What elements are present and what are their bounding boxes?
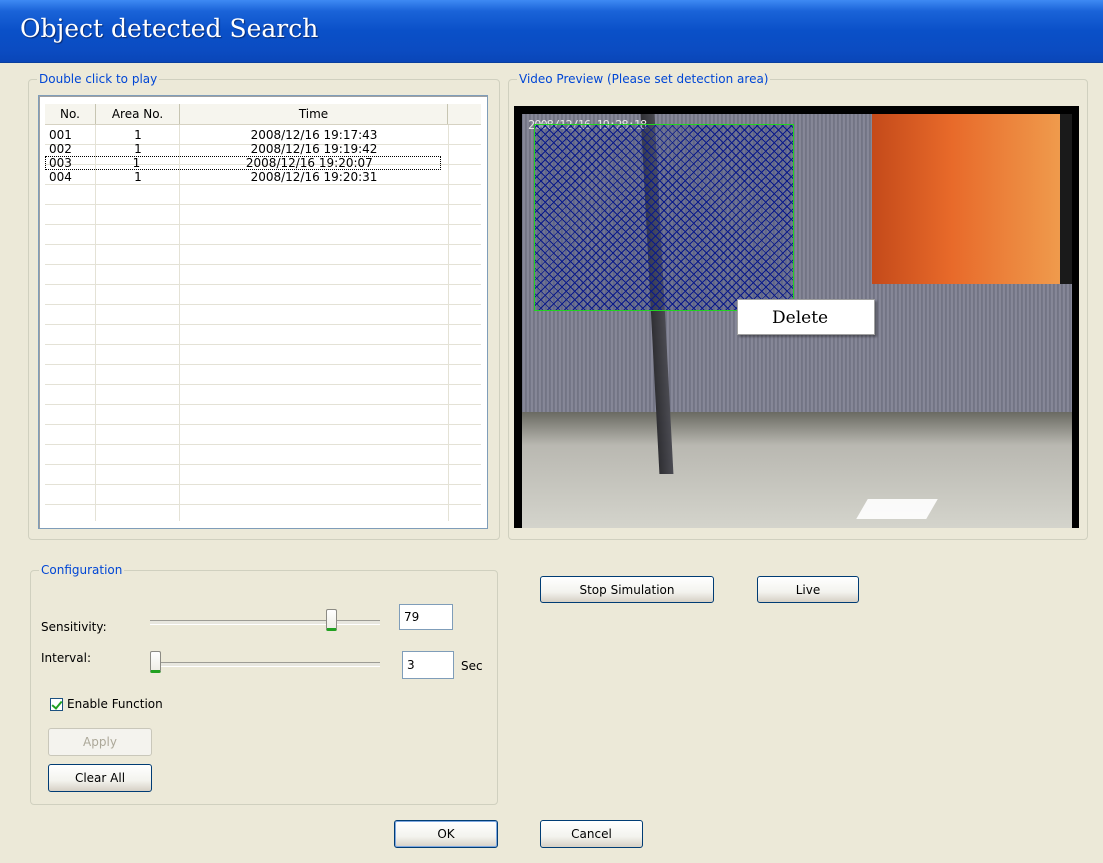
table-row-focused[interactable]: 003 1 2008/12/16 19:20:07 <box>45 156 441 170</box>
sensitivity-slider-thumb[interactable] <box>326 609 338 631</box>
scene-box-edge <box>1060 114 1072 284</box>
table-row[interactable]: 002 1 2008/12/16 19:19:42 <box>45 142 481 156</box>
event-listview[interactable]: No. Area No. Time 001 1 2008/12/16 19:17… <box>38 95 488 529</box>
sensitivity-slider-track[interactable] <box>150 620 380 625</box>
title-bar[interactable]: Object detected Search <box>0 0 1103 63</box>
detection-area[interactable] <box>534 124 794 311</box>
context-menu-delete[interactable]: Delete <box>772 308 828 328</box>
video-preview-legend: Video Preview (Please set detection area… <box>519 72 769 86</box>
configuration-legend: Configuration <box>41 563 123 577</box>
sensitivity-input[interactable] <box>399 604 453 630</box>
cell-time: 2008/12/16 19:17:43 <box>250 128 378 142</box>
column-header-no[interactable]: No. <box>45 104 96 124</box>
interval-unit: Sec <box>461 659 483 673</box>
cell-no: 004 <box>49 170 72 184</box>
apply-button[interactable]: Apply <box>48 728 152 756</box>
cell-time: 2008/12/16 19:20:31 <box>250 170 378 184</box>
scene-box <box>872 114 1072 284</box>
sensitivity-label: Sensitivity: <box>41 620 107 634</box>
cancel-button[interactable]: Cancel <box>540 820 643 848</box>
context-menu: Delete <box>737 299 875 335</box>
cell-area-no: 1 <box>134 142 142 156</box>
cell-area-no: 1 <box>134 128 142 142</box>
cell-no: 003 <box>49 156 72 170</box>
clear-all-button[interactable]: Clear All <box>48 764 152 792</box>
list-body: 001 1 2008/12/16 19:17:43 002 1 2008/12/… <box>45 125 481 521</box>
live-button[interactable]: Live <box>757 576 859 603</box>
cell-area-no: 1 <box>134 170 142 184</box>
interval-slider-thumb[interactable] <box>150 651 161 673</box>
window-title: Object detected Search <box>20 14 319 43</box>
stop-simulation-button[interactable]: Stop Simulation <box>540 576 714 603</box>
column-header-filler <box>448 104 481 124</box>
checkmark-icon <box>51 698 63 710</box>
cell-no: 002 <box>49 142 72 156</box>
table-row[interactable]: 001 1 2008/12/16 19:17:43 <box>45 128 481 142</box>
cell-no: 001 <box>49 128 72 142</box>
enable-function-label[interactable]: Enable Function <box>67 697 163 711</box>
list-header: No. Area No. Time <box>45 104 481 125</box>
enable-function-checkbox[interactable] <box>50 698 63 711</box>
cell-time: 2008/12/16 19:20:07 <box>245 156 373 170</box>
table-row[interactable]: 004 1 2008/12/16 19:20:31 <box>45 170 481 184</box>
ok-button[interactable]: OK <box>394 820 498 848</box>
interval-input[interactable] <box>402 651 454 679</box>
event-list-legend: Double click to play <box>39 72 158 86</box>
column-header-time[interactable]: Time <box>180 104 448 124</box>
cell-area-no: 1 <box>132 156 141 170</box>
scene-floor-light <box>856 499 938 519</box>
column-header-area-no[interactable]: Area No. <box>96 104 180 124</box>
interval-slider-track[interactable] <box>150 662 380 667</box>
interval-label: Interval: <box>41 651 91 665</box>
cell-time: 2008/12/16 19:19:42 <box>250 142 378 156</box>
